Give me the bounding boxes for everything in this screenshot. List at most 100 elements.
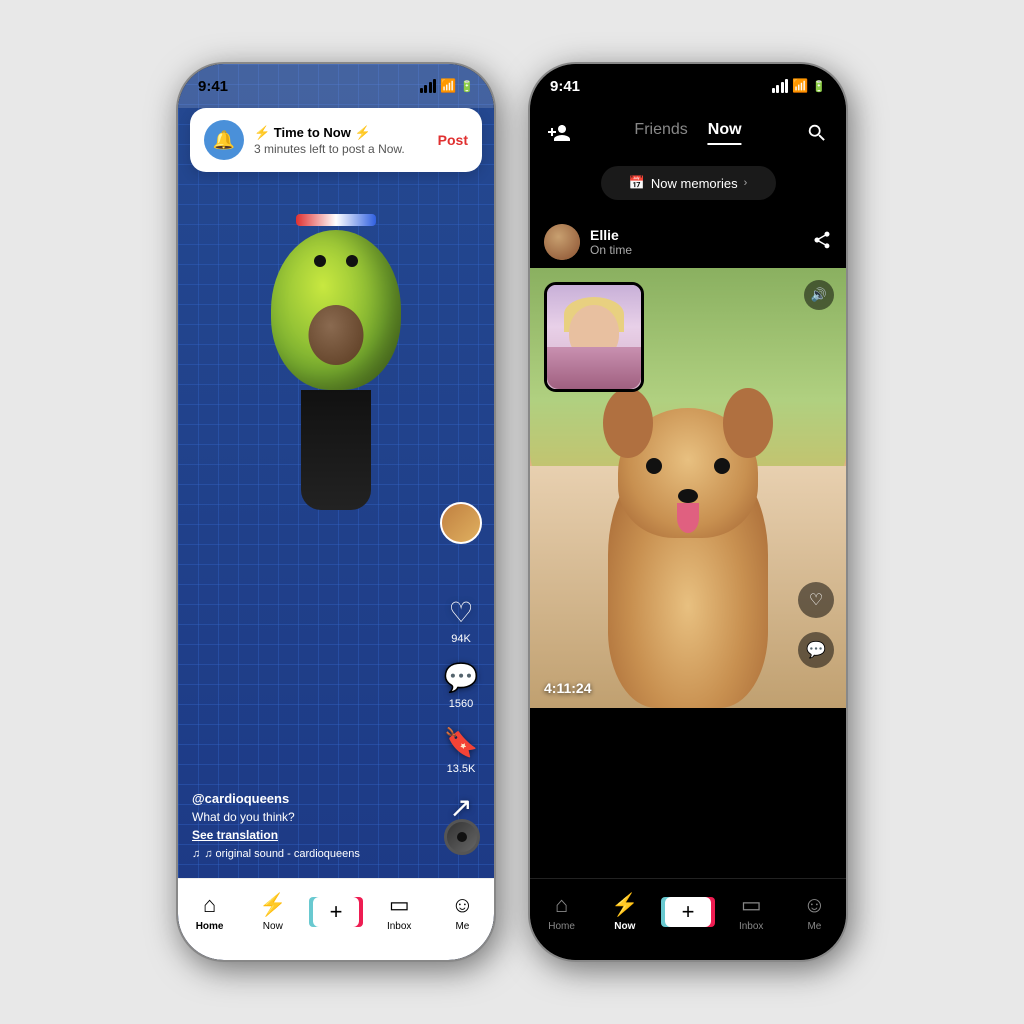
tab-now[interactable]: Now (708, 121, 742, 145)
avocado-pit (309, 305, 364, 365)
calendar-icon: 📅 (629, 175, 645, 191)
poster-avatar[interactable] (544, 224, 580, 260)
post-info: Ellie On time (590, 227, 812, 257)
now-label-1: Now (263, 921, 283, 932)
dog-eye-right (714, 458, 730, 474)
now-memories-button[interactable]: 📅 Now memories › (601, 166, 776, 200)
see-translation[interactable]: See translation (192, 828, 414, 842)
dog-nose (678, 489, 698, 503)
eye-right (346, 255, 358, 267)
tab-friends[interactable]: Friends (634, 121, 687, 145)
chevron-icon: › (744, 177, 748, 189)
signal-icon-1 (420, 79, 437, 93)
photo-comment-button[interactable]: 💬 (798, 632, 834, 668)
dog-ear-right (723, 388, 773, 458)
notif-bell-icon: 🔔 (204, 120, 244, 160)
plus-icon-2: + (665, 897, 711, 927)
dog-eye-left (646, 458, 662, 474)
comment-count: 1560 (449, 698, 473, 710)
notif-title: ⚡ Time to Now ⚡ (254, 125, 428, 141)
signal-icon-2 (772, 79, 789, 93)
memories-label: Now memories (651, 176, 738, 191)
me-icon-1: ☺ (451, 892, 473, 918)
feed-username[interactable]: @cardioqueens (192, 791, 414, 806)
now-label-2: Now (614, 921, 635, 932)
tab-bar: Friends Now (634, 121, 741, 145)
nav-me-2[interactable]: ☺ Me (783, 892, 846, 932)
plus-button-2[interactable]: + (665, 897, 711, 927)
status-bar-2: 9:41 📶 🔋 (530, 64, 846, 108)
nav-now-1[interactable]: ⚡ Now (241, 892, 304, 932)
phone1-screen: 9:41 📶 🔋 🔔 ⚡ Time to Now ⚡ (178, 64, 494, 960)
feed-sound: ♫ ♫ original sound - cardioqueens (192, 848, 414, 860)
poster-name: Ellie (590, 227, 812, 243)
selfie-photo (544, 282, 644, 392)
now-icon-1: ⚡ (259, 892, 286, 918)
music-disc[interactable] (444, 819, 480, 855)
creator-avatar[interactable] (440, 502, 482, 544)
me-label-1: Me (455, 921, 469, 932)
inbox-icon-1: ▭ (389, 892, 410, 918)
nav-me-1[interactable]: ☺ Me (431, 892, 494, 932)
post-header: Ellie On time (530, 216, 846, 268)
nav-plus-1[interactable]: + (304, 897, 367, 927)
like-count: 94K (451, 633, 471, 645)
status-icons-2: 📶 🔋 (772, 78, 826, 94)
nav-inbox-1[interactable]: ▭ Inbox (368, 892, 431, 932)
comment-icon: 💬 (444, 661, 479, 694)
phone2-screen: 9:41 📶 🔋 (530, 64, 846, 960)
sound-icon: ♫ (192, 848, 200, 860)
nav-inbox-2[interactable]: ▭ Inbox (720, 892, 783, 932)
photo-like-button[interactable]: ♡ (798, 582, 834, 618)
bottom-nav-2: ⌂ Home ⚡ Now + ▭ Inbox ☺ (530, 878, 846, 960)
add-person-icon[interactable] (546, 120, 572, 146)
like-action[interactable]: ♡ 94K (448, 596, 473, 645)
wifi-icon-1: 📶 (440, 78, 456, 94)
status-icons-1: 📶 🔋 (420, 78, 474, 94)
home-icon-2: ⌂ (555, 892, 568, 918)
battery-icon-2: 🔋 (812, 80, 826, 93)
eye-left (314, 255, 326, 267)
dog-tongue (677, 503, 699, 533)
notif-post-button[interactable]: Post (438, 132, 468, 148)
photo-container: 🔊 4:11:24 ♡ 💬 (530, 268, 846, 708)
nav-plus-2[interactable]: + (656, 897, 719, 927)
search-icon-2[interactable] (804, 120, 830, 146)
dog-photo (588, 408, 788, 708)
bookmark-icon: 🔖 (444, 726, 479, 759)
plus-button-1[interactable]: + (313, 897, 359, 927)
notif-subtitle: 3 minutes left to post a Now. (254, 142, 428, 156)
bookmark-count: 13.5K (447, 763, 476, 775)
dog-ear-left (603, 388, 653, 458)
nav-home-1[interactable]: ⌂ Home (178, 892, 241, 932)
avocado-body (271, 230, 401, 390)
me-icon-2: ☺ (803, 892, 825, 918)
battery-icon-1: 🔋 (460, 80, 474, 93)
music-disc-inner (457, 832, 467, 842)
status-bar-1: 9:41 📶 🔋 (178, 64, 494, 108)
time-2: 9:41 (550, 78, 580, 95)
sound-toggle[interactable]: 🔊 (804, 280, 834, 310)
sound-text: ♫ original sound - cardioqueens (204, 848, 360, 860)
inbox-label-1: Inbox (387, 921, 411, 932)
post-timer: 4:11:24 (544, 680, 591, 696)
bookmark-action[interactable]: 🔖 13.5K (444, 726, 479, 775)
nav-home-2[interactable]: ⌂ Home (530, 892, 593, 932)
nav-now-2[interactable]: ⚡ Now (593, 892, 656, 932)
notif-text: ⚡ Time to Now ⚡ 3 minutes left to post a… (254, 125, 428, 156)
inbox-label-2: Inbox (739, 921, 763, 932)
share-button[interactable] (812, 230, 832, 255)
comment-action[interactable]: 💬 1560 (444, 661, 479, 710)
phone-2: 9:41 📶 🔋 (528, 62, 848, 962)
feed-info: @cardioqueens What do you think? See tra… (192, 791, 414, 860)
plus-icon-1: + (313, 897, 359, 927)
photo-actions: ♡ 💬 (798, 582, 834, 668)
notification-banner[interactable]: 🔔 ⚡ Time to Now ⚡ 3 minutes left to post… (190, 108, 482, 172)
now-icon-2: ⚡ (611, 892, 638, 918)
dog-head (618, 408, 758, 538)
phone-1: 9:41 📶 🔋 🔔 ⚡ Time to Now ⚡ (176, 62, 496, 962)
memories-container: 📅 Now memories › (530, 158, 846, 208)
home-icon-1: ⌂ (203, 892, 216, 918)
feed-actions: + ♡ 94K 💬 1560 🔖 13.5K (440, 502, 482, 840)
avatar-action: + (440, 502, 482, 544)
